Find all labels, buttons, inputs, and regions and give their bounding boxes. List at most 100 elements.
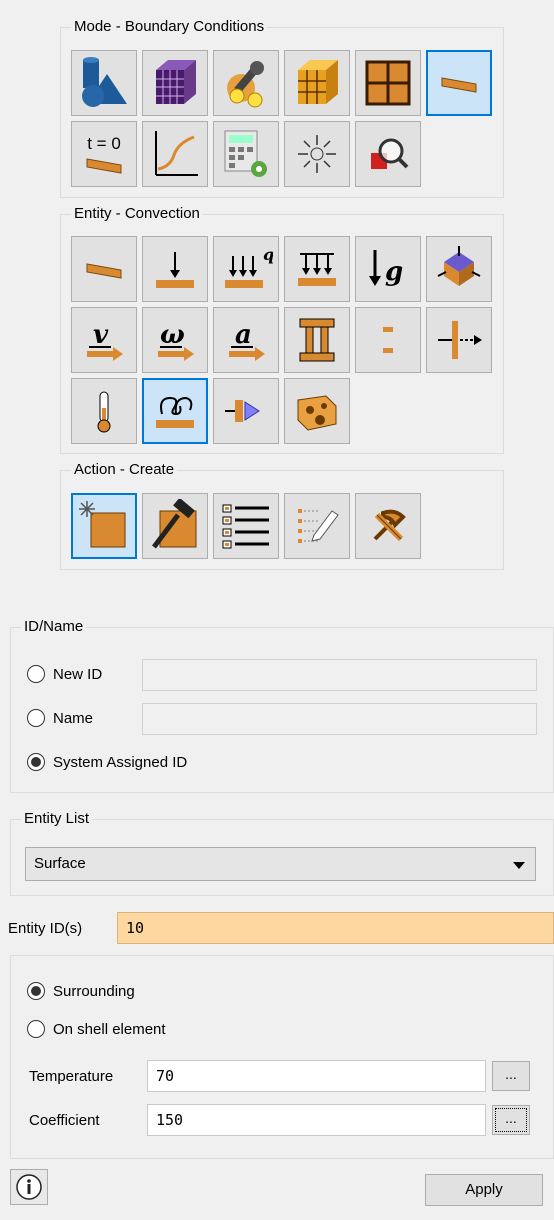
- initial-condition-button[interactable]: t = 0: [71, 121, 137, 187]
- curve-button[interactable]: [142, 121, 208, 187]
- force-icon: [156, 252, 194, 288]
- new-id-radio[interactable]: [27, 665, 45, 683]
- mesh-cube-icon: [156, 60, 196, 104]
- new-id-option[interactable]: New ID: [27, 665, 102, 683]
- entity-list-select[interactable]: Surface: [25, 847, 536, 881]
- create-button[interactable]: [71, 493, 137, 559]
- name-option[interactable]: Name: [27, 709, 93, 727]
- name-field[interactable]: [142, 703, 537, 735]
- acceleration-a: a: [235, 320, 252, 350]
- entity-list-value: Surface: [34, 855, 86, 872]
- mesh-button[interactable]: [142, 50, 208, 116]
- id-name-title: ID/Name: [21, 618, 87, 636]
- create-icon: [79, 501, 126, 548]
- inspect-button[interactable]: [355, 121, 421, 187]
- boundary-conditions-button[interactable]: [426, 50, 492, 116]
- properties-wrench-icon: [227, 61, 264, 108]
- delete-icon: [373, 509, 406, 542]
- mode-group-title: Mode - Boundary Conditions: [71, 18, 268, 36]
- coefficient-field[interactable]: 150: [147, 1104, 486, 1136]
- shell-element-label: On shell element: [53, 1020, 166, 1038]
- plate-button[interactable]: [71, 236, 137, 302]
- temperature-field[interactable]: 70: [147, 1060, 486, 1092]
- coefficient-label: Coefficient: [29, 1112, 100, 1129]
- heat-flux-button[interactable]: q: [213, 236, 279, 302]
- constraint-icon: [437, 246, 481, 286]
- pressure-icon: [298, 253, 336, 286]
- nodes-button[interactable]: [355, 50, 421, 116]
- spark-icon: [298, 135, 336, 173]
- inspect-magnifier-icon: [371, 138, 409, 169]
- geometry-icon: [82, 57, 127, 107]
- entity-ids-label: Entity ID(s): [8, 920, 83, 937]
- curve-graph-icon: [155, 131, 198, 176]
- volume-heat-button[interactable]: [284, 378, 350, 444]
- modify-button[interactable]: [142, 493, 208, 559]
- temperature-browse-button[interactable]: ...: [492, 1061, 530, 1091]
- velocity-v: v: [93, 320, 109, 350]
- coupling-button[interactable]: [355, 307, 421, 373]
- velocity-icon: v: [87, 320, 123, 361]
- angular-velocity-icon: ω: [158, 320, 194, 361]
- angular-velocity-w: ω: [160, 320, 185, 350]
- coefficient-browse-button[interactable]: ...: [492, 1105, 530, 1135]
- info-button[interactable]: [10, 1169, 48, 1205]
- grid-nodes-icon: [365, 60, 411, 106]
- temperature-bc-button[interactable]: [71, 378, 137, 444]
- name-radio[interactable]: [27, 709, 45, 727]
- plate-icon: [86, 263, 122, 279]
- gravity-button[interactable]: g: [355, 236, 421, 302]
- element-cube-icon: [298, 60, 338, 104]
- acceleration-icon: a: [229, 320, 265, 361]
- calculator-settings-icon: [224, 130, 267, 177]
- surrounding-radio[interactable]: [27, 982, 45, 1000]
- surrounding-option[interactable]: Surrounding: [27, 982, 135, 1000]
- heat-flux-q: q: [263, 245, 273, 264]
- system-assigned-radio[interactable]: [27, 753, 45, 771]
- coupling-icon: [383, 327, 393, 353]
- info-icon: [16, 1174, 42, 1200]
- system-assigned-option[interactable]: System Assigned ID: [27, 753, 187, 771]
- shell-element-radio[interactable]: [27, 1020, 45, 1038]
- entity-ids-field[interactable]: 10: [117, 912, 554, 944]
- contact-button[interactable]: [284, 307, 350, 373]
- constraint-button[interactable]: [426, 236, 492, 302]
- thermometer-icon: [97, 391, 111, 433]
- chevron-down-icon: [513, 862, 525, 869]
- temperature-label: Temperature: [29, 1068, 114, 1085]
- force-button[interactable]: [142, 236, 208, 302]
- action-group-title: Action - Create: [71, 461, 178, 479]
- angular-velocity-button[interactable]: ω: [142, 307, 208, 373]
- surrounding-label: Surrounding: [53, 982, 135, 1000]
- entity-list-title: Entity List: [21, 810, 93, 828]
- list-button[interactable]: [213, 493, 279, 559]
- shell-element-option[interactable]: On shell element: [27, 1020, 166, 1038]
- list-icon: [222, 504, 269, 549]
- contact-icon: [299, 318, 335, 362]
- new-id-field[interactable]: [142, 659, 537, 691]
- geometry-button[interactable]: [71, 50, 137, 116]
- gravity-g: g: [385, 257, 403, 287]
- acceleration-button[interactable]: a: [213, 307, 279, 373]
- convection-icon: [156, 396, 194, 428]
- gravity-icon: g: [369, 250, 403, 287]
- convection-button[interactable]: [142, 378, 208, 444]
- edit-list-button[interactable]: [284, 493, 350, 559]
- pressure-button[interactable]: [284, 236, 350, 302]
- initial-condition-icon: t = 0: [86, 134, 122, 174]
- spark-button[interactable]: [284, 121, 350, 187]
- displacement-icon: [438, 321, 482, 359]
- volume-heat-icon: [297, 395, 337, 431]
- velocity-button[interactable]: v: [71, 307, 137, 373]
- apply-button[interactable]: Apply: [425, 1174, 543, 1206]
- radiation-button[interactable]: [213, 378, 279, 444]
- properties-button[interactable]: [213, 50, 279, 116]
- name-label: Name: [53, 709, 94, 727]
- displacement-button[interactable]: [426, 307, 492, 373]
- edit-list-icon: [298, 509, 339, 543]
- calculator-button[interactable]: [213, 121, 279, 187]
- system-assigned-label: System Assigned ID: [53, 753, 188, 771]
- delete-button[interactable]: [355, 493, 421, 559]
- initial-condition-text: t = 0: [87, 134, 121, 153]
- elements-button[interactable]: [284, 50, 350, 116]
